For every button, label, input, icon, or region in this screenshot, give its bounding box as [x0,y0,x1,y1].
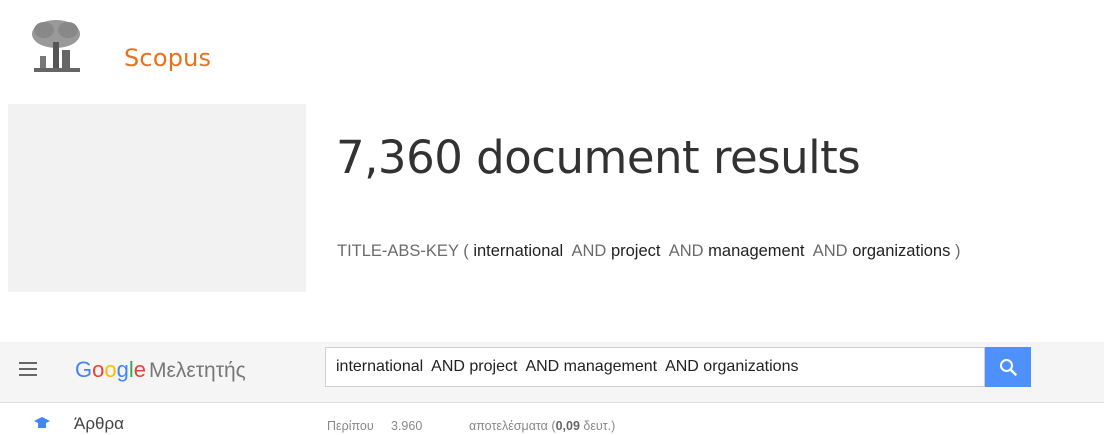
scholar-wordmark: Μελετητής [149,359,246,382]
google-scholar-logo[interactable]: Google Μελετητής [75,357,246,383]
logo-letter: o [92,357,105,382]
graduation-cap-icon [34,417,50,428]
scholar-header-bar: Google Μελετητής [0,342,1104,403]
logo-letter: G [75,357,93,382]
search-button[interactable] [985,347,1031,387]
nav-item-articles[interactable]: Άρθρα [74,414,124,434]
query-operator: AND [812,242,848,260]
results-stats: αποτελέσματα (0,09 δευτ.) [469,419,615,433]
results-about-label: Περίπου [327,419,374,433]
query-term: international [473,242,564,260]
query-prefix: TITLE-ABS-KEY ( [337,242,469,260]
results-suffix: δευτ.) [579,419,616,433]
scholar-results-row: Άρθρα Περίπου 3.960 αποτελέσματα (0,09 δ… [0,414,1104,435]
scopus-logo-text[interactable]: Scopus [124,44,211,72]
search-box [325,347,986,387]
results-count-title: 7,360 document results [336,131,861,184]
left-panel-placeholder [8,104,306,292]
query-term: organizations [852,242,951,260]
search-input[interactable] [326,348,986,386]
search-icon [1000,359,1017,376]
query-operator: AND [571,242,607,260]
search-query: TITLE-ABS-KEY ( international AND projec… [337,242,960,261]
query-operator: AND [668,242,704,260]
results-prefix: αποτελέσματα ( [469,419,556,433]
query-suffix: ) [954,242,961,260]
logo-letter: o [104,357,117,382]
logo-letter: e [133,357,147,382]
query-term: management [708,242,805,260]
query-term: project [610,242,661,260]
elsevier-tree-logo [24,16,88,80]
results-time: 0,09 [555,419,580,433]
results-count: 3.960 [391,419,423,433]
menu-icon[interactable] [19,362,37,376]
logo-letter: g [116,357,129,382]
